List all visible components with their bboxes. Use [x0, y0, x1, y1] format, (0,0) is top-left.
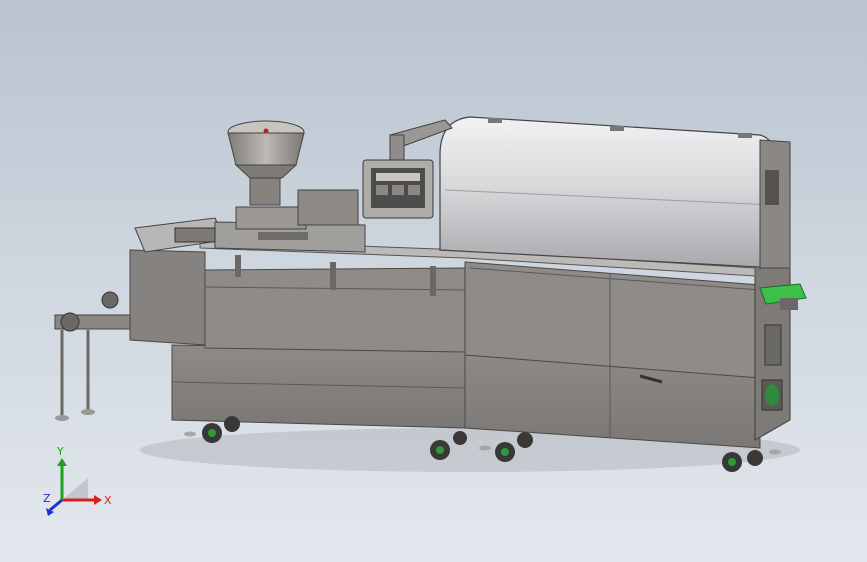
forming-hood: [439, 116, 791, 269]
orientation-triad[interactable]: X Y Z: [40, 440, 120, 520]
cad-viewport[interactable]: X Y Z: [0, 0, 867, 562]
roll-feeder: [54, 291, 131, 421]
lower-cabinet-left: [171, 344, 466, 429]
hopper: [227, 120, 305, 179]
y-axis-label: Y: [56, 445, 64, 458]
upper-panel-left: [129, 249, 466, 353]
machine-3d-model[interactable]: [0, 0, 867, 562]
x-axis-label: X: [104, 494, 112, 507]
y-axis-head: [57, 458, 67, 466]
right-end-frame: [754, 254, 791, 441]
x-axis-head: [94, 495, 102, 505]
dosing-unit: [235, 174, 359, 230]
hmi-touch-panel[interactable]: [362, 159, 434, 219]
z-axis-label: Z: [43, 492, 51, 505]
z-axis-arrow: [49, 498, 63, 512]
